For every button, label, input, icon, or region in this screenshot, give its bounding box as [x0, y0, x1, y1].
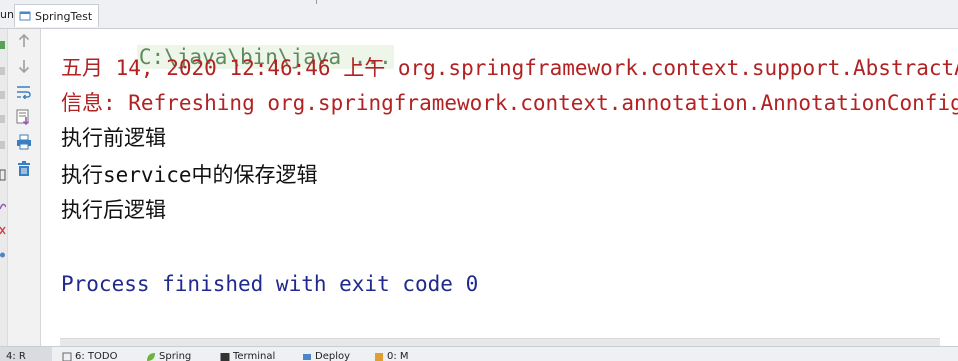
console-log-line: 信息: Refreshing org.springframework.conte…	[61, 91, 958, 115]
close-icon[interactable]	[0, 225, 6, 237]
terminal-icon	[220, 352, 230, 361]
deploy-icon	[302, 352, 312, 361]
soft-wrap-icon[interactable]	[14, 82, 34, 102]
console-stdout-line: 执行前逻辑	[61, 126, 166, 150]
console-stdout-line: 执行后逻辑	[61, 198, 166, 222]
tool-window-bar: 4: R 6: TODO Spring Terminal Deploy 0: M	[0, 346, 958, 361]
stop-icon[interactable]	[0, 65, 6, 77]
run-tab-bar: un SpringTest	[0, 0, 958, 29]
terminal-tool-button[interactable]: Terminal	[220, 351, 275, 361]
trash-icon[interactable]	[14, 159, 34, 179]
rerun-icon[interactable]	[0, 39, 6, 51]
scroll-up-arrow-icon[interactable]	[14, 31, 34, 51]
spring-tool-label: Spring	[159, 351, 192, 361]
spring-leaf-icon	[146, 352, 156, 361]
spring-tool-button[interactable]: Spring	[146, 351, 191, 361]
scroll-to-end-icon[interactable]	[14, 107, 34, 127]
run-tab-title: SpringTest	[35, 9, 93, 23]
deploy-tool-label: Deploy	[315, 351, 351, 361]
todo-icon	[62, 352, 72, 361]
divider	[316, 0, 317, 4]
terminal-tool-label: Terminal	[233, 351, 276, 361]
run-tab-springtest[interactable]: SpringTest	[14, 4, 100, 27]
messages-tool-button[interactable]: 0: M	[374, 351, 409, 361]
todo-tool-button[interactable]: 6: TODO	[62, 351, 117, 361]
scroll-down-arrow-icon[interactable]	[14, 56, 34, 76]
process-exit-line: Process finished with exit code 0	[61, 272, 479, 296]
layout-icon[interactable]	[0, 169, 6, 181]
dump-threads-icon[interactable]	[0, 113, 6, 125]
application-icon	[19, 10, 31, 22]
run-tool-label: 4: R	[6, 351, 26, 361]
console-log-line: 五月 14, 2020 12:46:46 上午 org.springframew…	[61, 56, 958, 80]
console-toolbar	[0, 29, 41, 346]
messages-icon	[374, 352, 384, 361]
run-tool-window: un SpringTest C:\java\bin\java ... 五月 14…	[0, 0, 958, 361]
console-stdout-line: 执行service中的保存逻辑	[61, 163, 318, 187]
help-icon[interactable]	[0, 249, 6, 261]
messages-tool-label: 0: M	[387, 351, 409, 361]
pause-icon[interactable]	[0, 89, 6, 101]
run-tool-button[interactable]: 4: R	[6, 351, 26, 361]
todo-tool-label: 6: TODO	[75, 351, 118, 361]
run-label: un	[0, 8, 14, 21]
deploy-tool-button[interactable]: Deploy	[302, 351, 350, 361]
console-output[interactable]: C:\java\bin\java ... 五月 14, 2020 12:46:4…	[41, 29, 958, 339]
run-controls-strip	[0, 29, 8, 346]
restore-layout-icon[interactable]	[0, 201, 6, 213]
settings-icon[interactable]	[0, 139, 6, 151]
print-icon[interactable]	[14, 132, 34, 152]
